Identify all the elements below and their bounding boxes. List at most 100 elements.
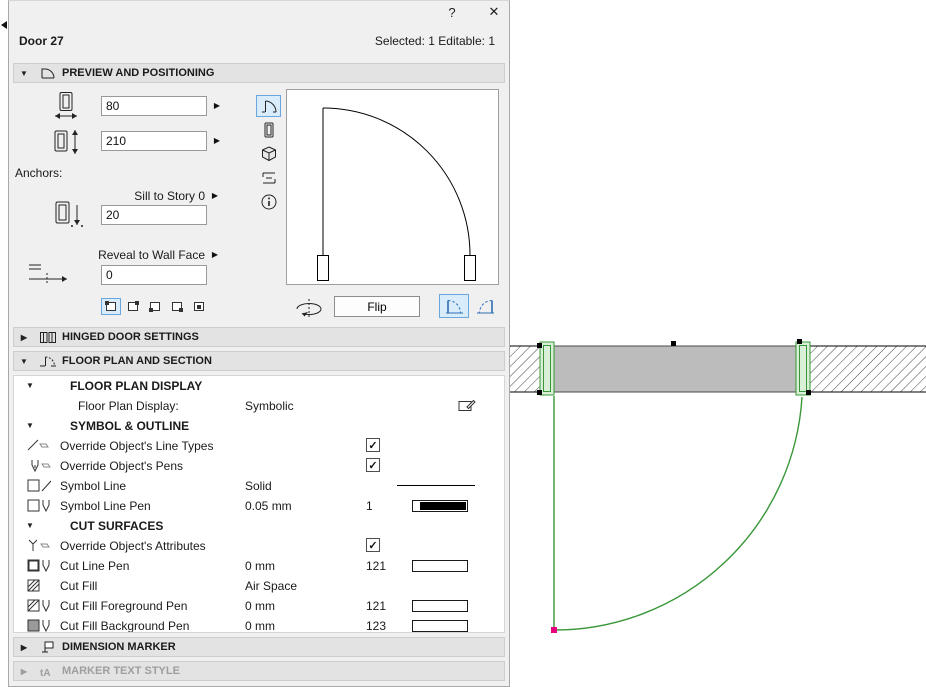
pen-color-swatch[interactable] bbox=[412, 620, 468, 632]
floor-plan-view-icon bbox=[261, 100, 277, 113]
preview-mode-elevation-button[interactable] bbox=[256, 119, 281, 141]
section-label-marker-text-style: MARKER TEXT STYLE bbox=[62, 665, 180, 677]
marker-text-style-icon: tA bbox=[34, 665, 62, 678]
pen-color-swatch[interactable] bbox=[412, 500, 468, 512]
param-row-override-line-types: Override Object's Line Types ✓ bbox=[14, 436, 504, 456]
param-label: Override Object's Attributes bbox=[60, 539, 206, 553]
reveal-flyout-button[interactable]: ▶ bbox=[208, 247, 222, 261]
preview-mode-plan-button[interactable] bbox=[256, 95, 281, 117]
mirror-right-button[interactable] bbox=[471, 294, 501, 318]
pen-number: 121 bbox=[366, 599, 387, 613]
height-flyout-button[interactable]: ▶ bbox=[210, 133, 224, 147]
anchors-label: Anchors: bbox=[15, 166, 63, 180]
section-label-hinged-door-settings: HINGED DOOR SETTINGS bbox=[62, 331, 199, 343]
group-collapse-icon[interactable]: ▼ bbox=[26, 521, 34, 530]
door-width-input[interactable] bbox=[101, 96, 207, 116]
param-label: Cut Fill Foreground Pen bbox=[60, 599, 188, 613]
reveal-anchor-label: Reveal to Wall Face bbox=[98, 248, 205, 262]
param-label: Cut Fill Background Pen bbox=[60, 619, 190, 633]
param-group-floor-plan-display[interactable]: ▼ FLOOR PLAN DISPLAY bbox=[14, 376, 504, 396]
pen-number: 121 bbox=[366, 559, 387, 573]
door-preview-canvas bbox=[286, 89, 499, 285]
svg-text:tA: tA bbox=[40, 668, 51, 678]
group-label-floor-plan-display: FLOOR PLAN DISPLAY bbox=[70, 379, 203, 393]
section-header-floor-plan-and-section[interactable]: ▼ FLOOR PLAN AND SECTION bbox=[13, 351, 505, 371]
width-flyout-button[interactable]: ▶ bbox=[210, 98, 224, 112]
anchor-glyph bbox=[128, 301, 139, 311]
section-label-floor-plan-and-section: FLOOR PLAN AND SECTION bbox=[62, 355, 212, 367]
group-label-cut-surfaces: CUT SURFACES bbox=[70, 519, 164, 533]
close-button[interactable]: ✕ bbox=[483, 3, 505, 21]
anchor-option-top-left-button[interactable] bbox=[101, 298, 121, 315]
anchor-glyph bbox=[172, 302, 183, 312]
wall-left-hatched[interactable] bbox=[510, 345, 541, 393]
param-row-override-pens: Override Object's Pens ✓ bbox=[14, 456, 504, 476]
hotspot-magenta-node[interactable] bbox=[551, 627, 557, 633]
line-type-preview[interactable] bbox=[397, 485, 475, 486]
param-value[interactable]: 0 mm bbox=[245, 599, 275, 613]
param-value[interactable]: 0.05 mm bbox=[245, 499, 292, 513]
preview-info-button[interactable] bbox=[256, 191, 281, 213]
dialog-title: Door 27 bbox=[19, 34, 64, 48]
door-height-icon bbox=[51, 127, 81, 157]
param-label: Cut Fill bbox=[60, 579, 98, 593]
param-row-floor-plan-display: Floor Plan Display: Symbolic bbox=[14, 396, 504, 416]
pen-color-swatch[interactable] bbox=[412, 600, 468, 612]
section-header-preview-positioning[interactable]: ▼ PREVIEW AND POSITIONING bbox=[13, 63, 505, 83]
param-row-cut-line-pen: Cut Line Pen 0 mm 121 bbox=[14, 556, 504, 576]
door-swing-right-icon bbox=[477, 299, 494, 313]
reveal-value-input[interactable] bbox=[101, 265, 207, 285]
door-swing-preview-drawing bbox=[317, 107, 476, 281]
help-button[interactable]: ? bbox=[441, 3, 463, 21]
anchor-glyph bbox=[194, 302, 204, 311]
section-header-dimension-marker[interactable]: ▶ DIMENSION MARKER bbox=[13, 637, 505, 657]
door-swing-left-icon bbox=[446, 299, 463, 313]
mirror-left-button[interactable] bbox=[439, 294, 469, 318]
attributes-icon bbox=[26, 538, 52, 553]
param-value[interactable]: 0 mm bbox=[245, 559, 275, 573]
section-header-hinged-door-settings[interactable]: ▶ HINGED DOOR SETTINGS bbox=[13, 327, 505, 347]
panel-collapse-arrow[interactable] bbox=[1, 21, 7, 29]
param-group-symbol-outline[interactable]: ▼ SYMBOL & OUTLINE bbox=[14, 416, 504, 436]
group-collapse-icon[interactable]: ▼ bbox=[26, 381, 34, 390]
wall-right-hatched[interactable] bbox=[809, 345, 926, 393]
anchor-option-bottom-left-button[interactable] bbox=[145, 298, 165, 315]
door-leaf-and-swing-arc[interactable] bbox=[553, 396, 803, 631]
pen-color-swatch[interactable] bbox=[412, 560, 468, 572]
line-type-icon bbox=[26, 438, 52, 453]
elevation-view-icon bbox=[264, 122, 273, 138]
checkbox-checked[interactable]: ✓ bbox=[366, 438, 380, 452]
door-settings-dialog: ? ✕ Door 27 Selected: 1 Editable: 1 ▼ PR… bbox=[8, 0, 510, 687]
anchor-option-center-button[interactable] bbox=[189, 298, 209, 315]
section-header-marker-text-style[interactable]: ▶ tA MARKER TEXT STYLE bbox=[13, 661, 505, 681]
param-value[interactable]: 0 mm bbox=[245, 619, 275, 632]
sill-anchor-icon bbox=[51, 199, 84, 231]
preview-mode-section-button[interactable] bbox=[256, 167, 281, 189]
param-value-dropdown[interactable]: Solid bbox=[245, 479, 272, 493]
flip-button[interactable]: Flip bbox=[334, 296, 420, 317]
anchor-glyph bbox=[105, 301, 116, 311]
checkbox-checked[interactable]: ✓ bbox=[366, 538, 380, 552]
param-row-override-attributes: Override Object's Attributes ✓ bbox=[14, 536, 504, 556]
checkbox-checked[interactable]: ✓ bbox=[366, 458, 380, 472]
preview-positioning-icon bbox=[34, 67, 62, 80]
param-label: Floor Plan Display: bbox=[78, 399, 179, 413]
param-value-dropdown[interactable]: Symbolic bbox=[245, 399, 294, 413]
anchor-option-top-right-button[interactable] bbox=[123, 298, 143, 315]
door-opening-cut[interactable] bbox=[553, 345, 797, 393]
param-group-cut-surfaces[interactable]: ▼ CUT SURFACES bbox=[14, 516, 504, 536]
param-label: Symbol Line Pen bbox=[60, 499, 151, 513]
door-height-input[interactable] bbox=[101, 131, 207, 151]
group-collapse-icon[interactable]: ▼ bbox=[26, 421, 34, 430]
swing-rotate-icon[interactable] bbox=[292, 297, 326, 319]
param-label: Override Object's Pens bbox=[60, 459, 184, 473]
param-value-dropdown[interactable]: Air Space bbox=[245, 579, 297, 593]
pen-color-fill bbox=[420, 502, 466, 510]
preview-mode-3d-button[interactable] bbox=[256, 143, 281, 165]
anchor-option-bottom-right-button[interactable] bbox=[167, 298, 187, 315]
display-option-icon[interactable] bbox=[458, 398, 476, 412]
floor-plan-canvas[interactable] bbox=[510, 0, 926, 687]
sill-anchor-flyout-button[interactable]: ▶ bbox=[208, 188, 222, 202]
sill-value-input[interactable] bbox=[101, 205, 207, 225]
param-label: Cut Line Pen bbox=[60, 559, 130, 573]
